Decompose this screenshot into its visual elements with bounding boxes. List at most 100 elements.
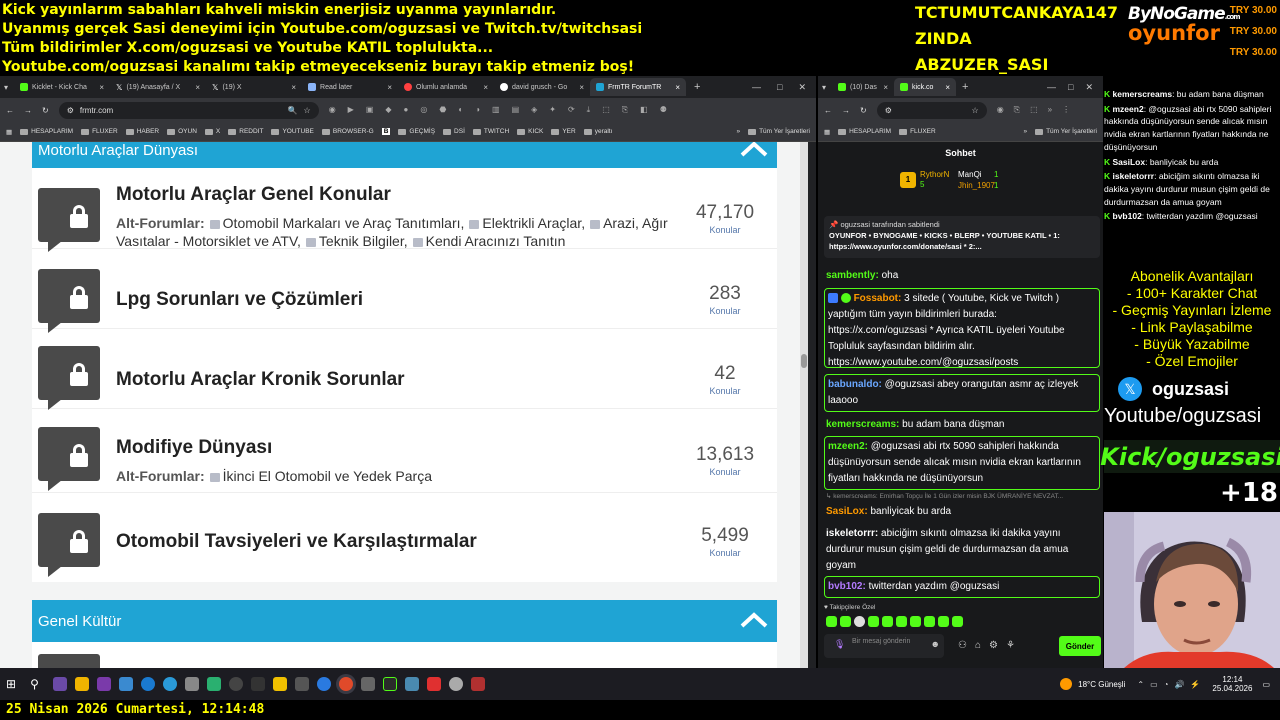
- forward-icon[interactable]: →: [24, 106, 32, 115]
- more-bookmarks-icon[interactable]: »: [1023, 128, 1027, 135]
- forum-title[interactable]: Lpg Sorunları ve Çözümleri: [116, 289, 363, 311]
- chat-input[interactable]: 🎙 Bir mesaj gönderin ☻: [824, 634, 944, 658]
- extensions-icons[interactable]: ◉⎘⬚»⋮: [997, 105, 1080, 115]
- weather[interactable]: 18°C Güneşli: [1060, 678, 1125, 690]
- app-icon[interactable]: [360, 677, 375, 691]
- store-icon[interactable]: ⌂: [975, 640, 981, 651]
- app-icon[interactable]: [316, 677, 331, 691]
- browser-tab[interactable]: Kicklet - Kick Cha ×: [14, 78, 110, 96]
- bookmark-folder[interactable]: YOUTUBE: [271, 128, 314, 135]
- bookmark-folder[interactable]: HESAPLARIM: [838, 128, 891, 135]
- pen-app-icon[interactable]: [52, 677, 67, 691]
- extensions-icons[interactable]: ◉▶▣◆●◎⬣◐◑▥▤◈✦⟳⤓⬚⎘◧⚉: [329, 105, 679, 115]
- gift-icon[interactable]: ⚘: [1006, 640, 1015, 651]
- settings-icon[interactable]: ⚙: [989, 640, 998, 651]
- chat-message[interactable]: iskeletorrr: abiciğim sıkıntı olmazsa ik…: [826, 526, 1096, 574]
- app-icon[interactable]: [382, 677, 397, 691]
- bookmark-folder[interactable]: HESAPLARIM: [20, 128, 73, 135]
- bookmark-folder[interactable]: KICK: [517, 128, 543, 135]
- tab-menu-icon[interactable]: ▾: [822, 83, 826, 92]
- site-info-icon[interactable]: ⚙: [885, 106, 892, 115]
- emote-icon[interactable]: [896, 616, 907, 627]
- pinned-message[interactable]: 📌 oguzsasi tarafından sabitlendi OYUNFOR…: [824, 216, 1100, 258]
- bookmark-folder[interactable]: GEÇMİŞ: [398, 128, 435, 135]
- chevron-up-icon[interactable]: [739, 142, 769, 160]
- browser-tab-active[interactable]: FrmTR ForumTR ×: [590, 78, 687, 96]
- forum-row[interactable]: Lpg Sorunları ve Çözümleri 283 Konular: [32, 249, 777, 333]
- star-icon[interactable]: ☆: [972, 106, 979, 115]
- new-tab-icon[interactable]: +: [694, 81, 700, 93]
- chat-message-highlighted[interactable]: mzeen2: @oguzsasi abi rtx 5090 sahipleri…: [824, 436, 1100, 490]
- forum-row[interactable]: Modifiye Dünyası Alt-Forumlar: İkinci El …: [32, 409, 777, 493]
- close-icon[interactable]: ×: [579, 83, 584, 92]
- forum-row[interactable]: Motorlu Araçlar Kronik Sorunlar 42 Konula…: [32, 329, 777, 410]
- app-icon[interactable]: [404, 677, 419, 691]
- close-icon[interactable]: ×: [483, 83, 488, 92]
- chat-message-highlighted[interactable]: bvb102: twitterdan yazdım @oguzsasi: [824, 576, 1100, 598]
- notes-icon[interactable]: [272, 677, 287, 691]
- chrome-icon[interactable]: [338, 677, 353, 691]
- more-bookmarks-icon[interactable]: »: [736, 128, 740, 135]
- bookmark-folder[interactable]: FLUXER: [899, 128, 936, 135]
- subforum-link[interactable]: Otomobil Markaları ve Araç Tanıtımları,: [223, 215, 465, 231]
- subforum-link[interactable]: Elektrikli Araçlar,: [482, 215, 585, 231]
- chat-username[interactable]: kemerscreams:: [826, 419, 899, 430]
- browser-tab[interactable]: (10) Das ×: [832, 78, 894, 96]
- bookmark-folder[interactable]: TWITCH: [472, 128, 509, 135]
- emote-icon[interactable]: [854, 616, 865, 627]
- close-icon[interactable]: ×: [291, 83, 296, 92]
- apps-icon[interactable]: ▦: [6, 128, 12, 136]
- forward-icon[interactable]: →: [842, 106, 850, 115]
- bookmark-item[interactable]: B: [381, 128, 391, 135]
- bookmark-folder[interactable]: REDDIT: [228, 128, 263, 135]
- windows-start-icon[interactable]: ⊞: [6, 677, 16, 691]
- back-icon[interactable]: ←: [824, 106, 832, 115]
- maximize-icon[interactable]: □: [1068, 82, 1073, 93]
- close-icon[interactable]: ×: [387, 83, 392, 92]
- all-bookmarks[interactable]: Tüm Yer İşaretleri: [1035, 128, 1097, 135]
- chat-message-highlighted[interactable]: babunaldo: @oguzsasi abey orangutan asmr…: [824, 374, 1100, 412]
- bookmark-folder[interactable]: DSİ: [443, 128, 465, 135]
- browser-tab[interactable]: david grusch - Go ×: [494, 78, 590, 96]
- bookmark-folder[interactable]: BROWSER-G: [321, 128, 374, 135]
- microphone-icon[interactable]: 🎙: [834, 640, 845, 649]
- chat-username[interactable]: SasiLox:: [826, 506, 868, 517]
- emote-icon[interactable]: [938, 616, 949, 627]
- close-icon[interactable]: ×: [945, 83, 950, 92]
- browser-tab[interactable]: Olumlu anlamda ×: [398, 78, 494, 96]
- notification-icon[interactable]: ▭: [1262, 680, 1270, 689]
- chat-username[interactable]: mzeen2:: [828, 441, 868, 452]
- browser-tab[interactable]: 𝕏 (19) Anasayfa / X ×: [110, 78, 206, 96]
- url-field[interactable]: ⚙ frmtr.com 🔍 ☆: [58, 101, 319, 119]
- emote-icon[interactable]: [952, 616, 963, 627]
- tray-icons[interactable]: ⌃▭◔🔊⚡: [1137, 680, 1206, 689]
- search-icon[interactable]: ⚲: [30, 677, 39, 691]
- browser-tab[interactable]: Read later ×: [302, 78, 398, 96]
- section-header[interactable]: Motorlu Araçlar Dünyası: [32, 142, 777, 168]
- apps-icon[interactable]: ▦: [824, 128, 830, 136]
- chat-username[interactable]: bvb102:: [828, 581, 866, 592]
- bookmark-folder[interactable]: YER: [551, 128, 576, 135]
- bookmark-folder[interactable]: yeraltı: [583, 128, 612, 135]
- users-icon[interactable]: ⚇: [958, 640, 967, 651]
- browser-tab[interactable]: 𝕏 (19) X ×: [206, 78, 302, 96]
- edge-dev-icon[interactable]: [162, 677, 177, 691]
- url-field[interactable]: ⚙ ☆: [876, 101, 987, 119]
- reload-icon[interactable]: ↻: [42, 106, 49, 115]
- chat-username[interactable]: babunaldo:: [828, 379, 882, 390]
- bookmark-folder[interactable]: FLUXER: [81, 128, 118, 135]
- chatgpt-icon[interactable]: [448, 677, 463, 691]
- section-header[interactable]: Genel Kültür: [32, 600, 777, 642]
- send-button[interactable]: Gönder: [1059, 636, 1101, 656]
- scrollbar-thumb[interactable]: [801, 354, 807, 368]
- onenote-icon[interactable]: [96, 677, 111, 691]
- emote-icon[interactable]: [882, 616, 893, 627]
- close-icon[interactable]: ×: [675, 83, 680, 92]
- chat-message-highlighted[interactable]: Fossabot: 3 sitede ( Youtube, Kick ve Tw…: [824, 288, 1100, 368]
- scrollbar[interactable]: [800, 142, 808, 668]
- edge-icon[interactable]: [140, 677, 155, 691]
- emoji-icon[interactable]: ☻: [931, 640, 940, 649]
- new-tab-icon[interactable]: +: [962, 81, 968, 93]
- emote-icon[interactable]: [924, 616, 935, 627]
- camera-icon[interactable]: [184, 677, 199, 691]
